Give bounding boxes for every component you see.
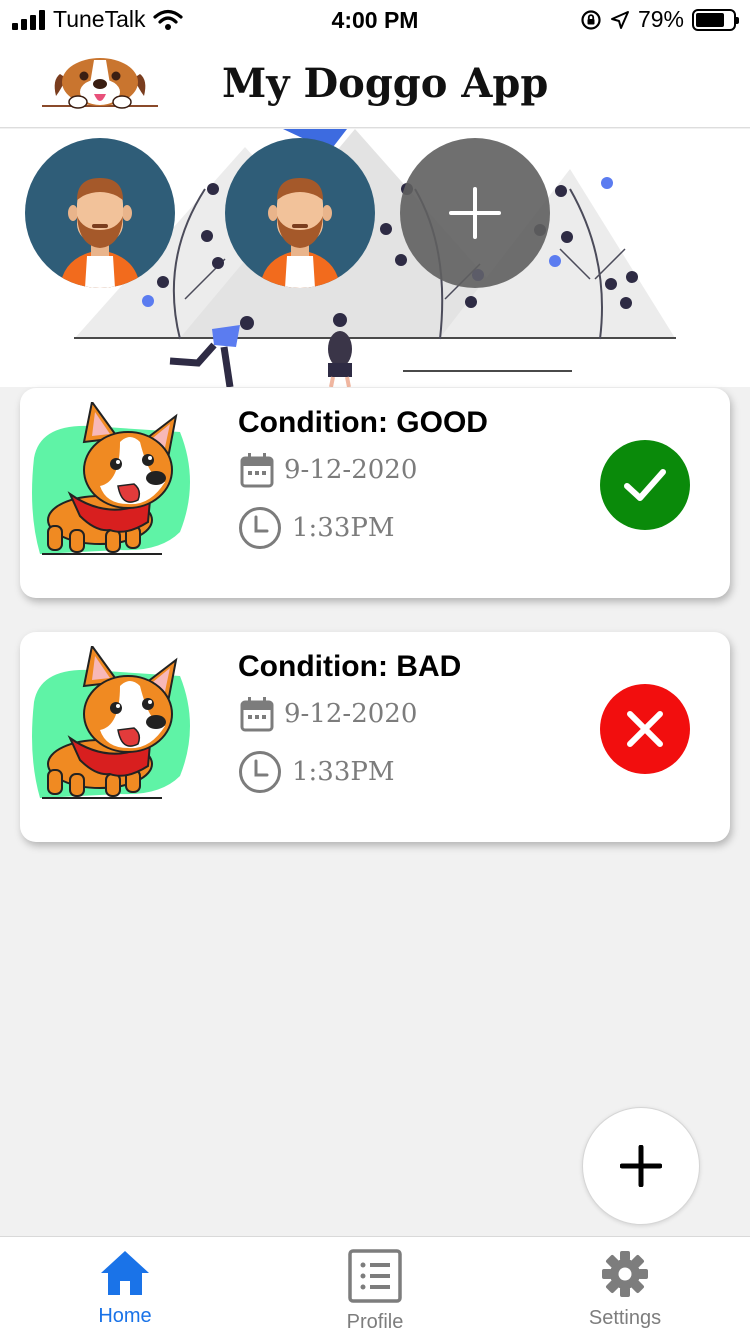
add-record-button[interactable] [582, 1107, 700, 1225]
record-date: 9-12-2020 [284, 455, 418, 485]
battery-icon [692, 8, 739, 31]
status-bar: TuneTalk 4:00 PM 79% [0, 0, 750, 42]
status-indicator [600, 684, 690, 774]
record-time: 1:33PM [292, 513, 395, 543]
close-icon [627, 711, 663, 747]
record-card[interactable]: Condition: GOOD 9-12-2020 1:33PM [20, 388, 730, 598]
calendar-icon [240, 697, 274, 732]
home-icon [101, 1251, 149, 1295]
time-row: 1:33PM [238, 506, 395, 550]
check-icon [624, 469, 666, 501]
add-profile-button[interactable] [400, 138, 550, 288]
date-row: 9-12-2020 [240, 452, 417, 488]
bearded-man-avatar-icon [225, 138, 375, 288]
tab-home[interactable]: Home [0, 1237, 250, 1334]
plus-icon [449, 187, 501, 239]
beagle-logo-icon [42, 58, 158, 109]
corgi-icon [32, 402, 190, 555]
profile-avatar-2[interactable] [225, 138, 375, 288]
hero-banner [0, 129, 750, 387]
tab-settings[interactable]: Settings [500, 1237, 750, 1334]
location-arrow-icon [610, 10, 629, 29]
tab-bar: Home Profile Settings [0, 1236, 750, 1334]
battery-percent: 79% [637, 6, 684, 32]
tab-settings-label: Settings [588, 1307, 662, 1329]
record-time: 1:33PM [292, 757, 395, 787]
tab-home-label: Home [98, 1305, 152, 1327]
time-row: 1:33PM [238, 750, 395, 794]
clock-icon [239, 751, 281, 793]
profile-avatar-1[interactable] [25, 138, 175, 288]
list-icon [348, 1249, 402, 1303]
clock-icon [239, 507, 281, 549]
status-right: 79% [580, 6, 739, 33]
bearded-man-avatar-icon [25, 138, 175, 288]
app-header: My Doggo App [0, 42, 750, 128]
date-row: 9-12-2020 [240, 696, 417, 732]
calendar-icon [240, 453, 274, 488]
record-card[interactable]: Condition: BAD 9-12-2020 1:33PM [20, 632, 730, 842]
plus-icon [620, 1145, 662, 1187]
rotation-lock-icon [581, 9, 601, 30]
record-date: 9-12-2020 [284, 699, 418, 729]
gear-icon [602, 1251, 648, 1297]
condition-label: Condition: BAD [238, 650, 462, 683]
condition-label: Condition: GOOD [238, 406, 488, 439]
corgi-icon [32, 646, 190, 799]
app-title: My Doggo App [222, 60, 549, 107]
tab-profile[interactable]: Profile [250, 1237, 500, 1334]
status-indicator [600, 440, 690, 530]
tab-profile-label: Profile [346, 1311, 404, 1333]
